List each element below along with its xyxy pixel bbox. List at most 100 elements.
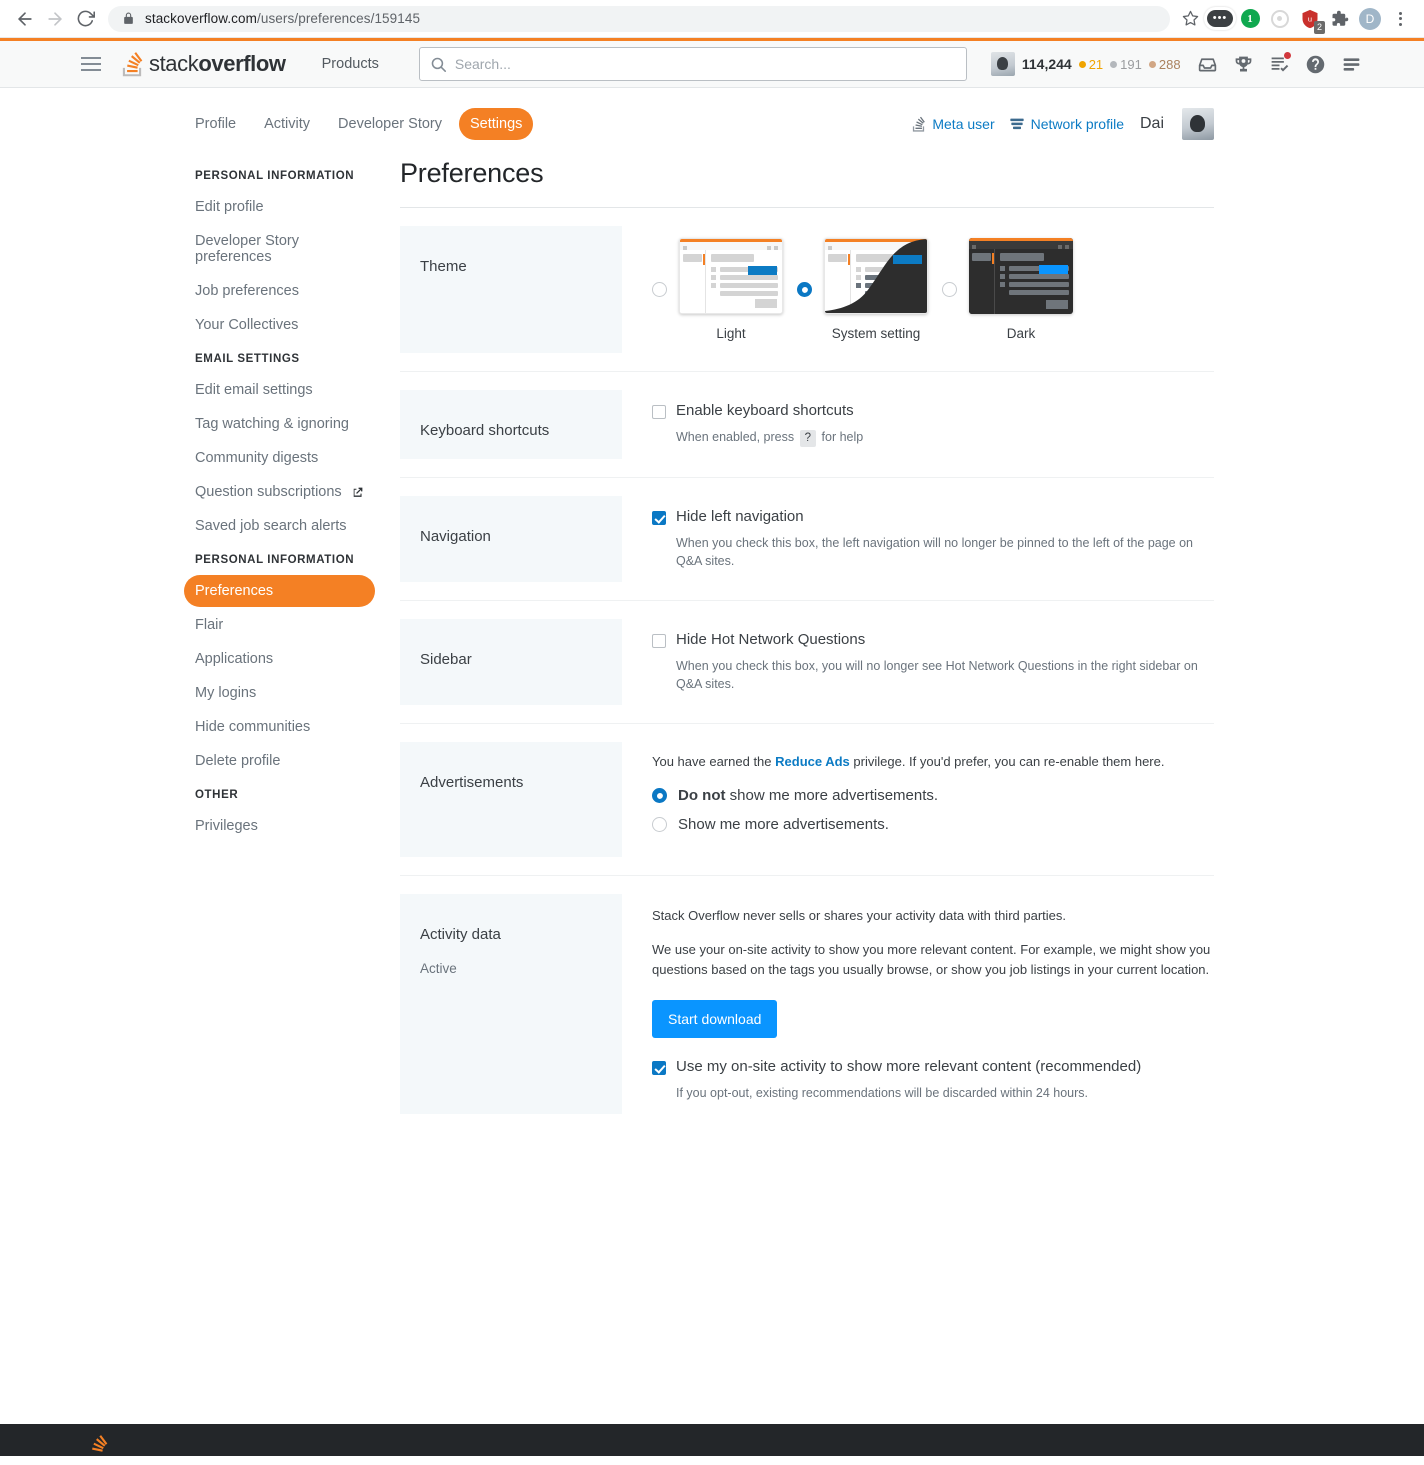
hide-left-navigation-help: When you check this box, the left naviga… [676,534,1214,570]
user-display-name[interactable]: Dai [1140,115,1164,133]
sidebar-item-privileges[interactable]: Privileges [184,810,375,842]
theme-radio-light[interactable] [652,282,667,297]
network-profile-link[interactable]: Network profile [1009,116,1124,132]
meta-user-link[interactable]: Meta user [911,116,994,132]
sidebar-item-flair[interactable]: Flair [184,609,375,641]
theme-preview-light[interactable] [679,238,783,314]
inbox-icon[interactable] [1191,47,1225,81]
tab-profile[interactable]: Profile [184,108,247,140]
theme-preview-system[interactable] [824,238,928,314]
theme-option-light[interactable]: Light [652,238,783,341]
enable-keyboard-shortcuts-row[interactable]: Enable keyboard shortcuts When enabled, … [652,402,1214,447]
theme-caption-dark: Dark [969,326,1073,341]
hide-hot-network-questions-help: When you check this box, you will no lon… [676,657,1214,693]
theme-label: Theme [400,226,622,353]
search-bar[interactable] [419,47,967,81]
hamburger-menu-icon[interactable] [68,41,114,87]
reload-button[interactable] [70,4,100,34]
hide-left-navigation-checkbox[interactable] [652,511,666,525]
preference-row-activity-data: Activity data Active Stack Overflow neve… [400,876,1214,1132]
hide-hot-network-questions-checkbox[interactable] [652,634,666,648]
sidebar-item-your-collectives[interactable]: Your Collectives [184,309,375,341]
privacy-badger-extension-icon[interactable] [1266,5,1294,33]
settings-sidebar: PERSONAL INFORMATION Edit profile Develo… [170,150,375,1132]
use-onsite-activity-row[interactable]: Use my on-site activity to show more rel… [652,1058,1214,1102]
avatar [991,52,1015,76]
sidebar-item-tag-watching-ignoring[interactable]: Tag watching & ignoring [184,408,375,440]
sidebar-group-title-personal-information-2: PERSONAL INFORMATION [184,544,375,575]
profile-avatar-button[interactable]: D [1356,5,1384,33]
enable-keyboard-shortcuts-checkbox[interactable] [652,405,666,419]
star-icon[interactable] [1176,5,1204,33]
use-onsite-activity-help: If you opt-out, existing recommendations… [676,1084,1141,1102]
sidebar-item-applications[interactable]: Applications [184,643,375,675]
svg-text:u: u [1308,14,1312,23]
sidebar-item-edit-email-settings[interactable]: Edit email settings [184,374,375,406]
forward-button[interactable] [40,4,70,34]
profile-tabs-row: Profile Activity Developer Story Setting… [170,96,1234,150]
sidebar-group-title-other: OTHER [184,779,375,810]
preference-row-sidebar: Sidebar Hide Hot Network Questions When … [400,601,1214,724]
theme-option-dark[interactable]: Dark [942,238,1073,341]
tab-activity[interactable]: Activity [253,108,321,140]
silver-badge-count: 191 [1110,57,1142,72]
start-download-button[interactable]: Start download [652,1000,777,1038]
sidebar-item-preferences[interactable]: Preferences [184,575,375,607]
user-reputation-block[interactable]: 114,244 21 191 288 [983,52,1189,76]
keyboard-shortcuts-label: Keyboard shortcuts [400,390,622,459]
sidebar-item-hide-communities[interactable]: Hide communities [184,711,375,743]
theme-radio-system[interactable] [797,282,812,297]
reduce-ads-privilege-link[interactable]: Reduce Ads [775,754,850,769]
ads-option-do-not-show-label: Do not show me more advertisements. [678,787,938,804]
url-host: stackoverflow.com [145,11,257,26]
tab-developer-story[interactable]: Developer Story [327,108,453,140]
sidebar-item-delete-profile[interactable]: Delete profile [184,745,375,777]
use-onsite-activity-checkbox[interactable] [652,1061,666,1075]
sidebar-item-question-subscriptions[interactable]: Question subscriptions [184,476,375,508]
sidebar-item-community-digests[interactable]: Community digests [184,442,375,474]
dark-reader-extension-icon[interactable]: ••• [1206,5,1234,33]
enable-keyboard-shortcuts-label: Enable keyboard shortcuts [676,402,863,421]
theme-caption-light: Light [679,326,783,341]
ads-option-show-more-radio[interactable] [652,817,667,832]
help-icon[interactable] [1299,47,1333,81]
ublock-origin-extension-icon[interactable]: u 2 [1296,5,1324,33]
user-avatar[interactable] [1182,108,1214,140]
hide-left-navigation-row[interactable]: Hide left navigation When you check this… [652,508,1214,570]
extensions-puzzle-icon[interactable] [1326,5,1354,33]
sidebar-item-job-preferences[interactable]: Job preferences [184,275,375,307]
site-switcher-icon[interactable] [1335,47,1369,81]
advertisements-label: Advertisements [400,742,622,857]
theme-radio-dark[interactable] [942,282,957,297]
stackoverflow-logo-icon [120,51,144,77]
nav-products-link[interactable]: Products [312,48,389,80]
trophy-icon[interactable] [1227,47,1261,81]
sidebar-item-my-logins[interactable]: My logins [184,677,375,709]
ads-option-show-more-row[interactable]: Show me more advertisements. [652,816,1214,833]
activity-data-content: Stack Overflow never sells or shares you… [622,876,1214,1132]
ads-option-do-not-show-radio[interactable] [652,788,667,803]
back-button[interactable] [10,4,40,34]
browser-toolbar: stackoverflow.com/users/preferences/1591… [0,0,1424,38]
onepassword-extension-icon[interactable]: 1 [1236,5,1264,33]
theme-preview-dark[interactable] [969,238,1073,314]
sidebar-item-saved-job-search-alerts[interactable]: Saved job search alerts [184,510,375,542]
ads-option-do-not-show-row[interactable]: Do not show me more advertisements. [652,787,1214,804]
page-title: Preferences [400,150,1214,208]
stackoverflow-logo[interactable]: stackoverflow [120,51,286,77]
search-input[interactable] [455,56,956,72]
sidebar-item-developer-story-preferences[interactable]: Developer Story preferences [184,225,375,273]
sidebar-item-edit-profile[interactable]: Edit profile [184,191,375,223]
page-container: Profile Activity Developer Story Setting… [0,88,1424,1132]
hide-hot-network-questions-label: Hide Hot Network Questions [676,631,1214,650]
three-dot-menu-icon[interactable] [1386,5,1414,33]
tab-settings[interactable]: Settings [459,108,533,140]
preference-row-navigation: Navigation Hide left navigation When you… [400,478,1214,601]
review-queue-icon[interactable] [1263,47,1297,81]
theme-option-system[interactable]: System setting [797,238,928,341]
badge-counts: 21 191 288 [1079,57,1181,72]
hide-hot-network-questions-row[interactable]: Hide Hot Network Questions When you chec… [652,631,1214,693]
address-bar[interactable]: stackoverflow.com/users/preferences/1591… [108,6,1170,32]
network-profile-label: Network profile [1031,116,1124,132]
ads-option-show-more-label: Show me more advertisements. [678,816,889,833]
